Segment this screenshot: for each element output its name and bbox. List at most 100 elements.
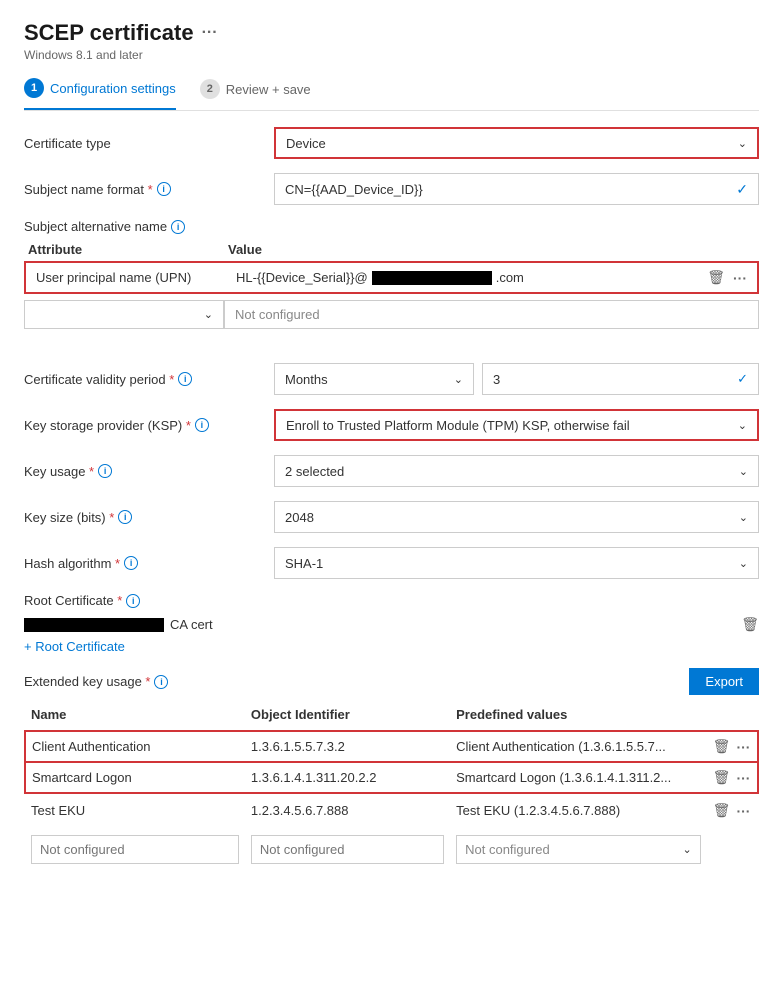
key-size-dropdown[interactable]: 2048 ⌄: [274, 501, 759, 533]
chevron-down-icon: ⌄: [204, 308, 213, 321]
eku-name-input[interactable]: [31, 835, 239, 864]
eku-row-smartcard: Smartcard Logon 1.3.6.1.4.1.311.20.2.2 S…: [25, 762, 758, 793]
redacted-value: [372, 271, 492, 285]
export-button[interactable]: Export: [689, 668, 759, 695]
san-empty-row: ⌄ Not configured: [24, 300, 759, 329]
key-usage-dropdown[interactable]: 2 selected ⌄: [274, 455, 759, 487]
eku-row-actions: 🗑 ···: [713, 738, 751, 755]
info-icon[interactable]: i: [157, 182, 171, 196]
eku-predef-dropdown[interactable]: Not configured ⌄: [456, 835, 701, 864]
chevron-down-icon: ⌄: [738, 137, 747, 150]
step-review[interactable]: 2 Review + save: [200, 79, 311, 109]
validity-number-field[interactable]: 3 ✓: [482, 363, 759, 395]
eku-empty-predef: Not configured ⌄: [450, 827, 707, 872]
attr-value-header: Attribute Value: [24, 242, 759, 257]
key-usage-info-icon[interactable]: i: [98, 464, 112, 478]
page-title: SCEP certificate: [24, 20, 194, 46]
eku-predef-header: Predefined values: [450, 703, 707, 731]
eku-name-client-auth: Client Authentication: [25, 731, 245, 762]
eku-actions-test: 🗑 ···: [707, 793, 758, 827]
check-icon: ✓: [736, 181, 748, 198]
eku-predef-smartcard: Smartcard Logon (1.3.6.1.4.1.311.2...: [450, 762, 707, 793]
ksp-dropdown[interactable]: Enroll to Trusted Platform Module (TPM) …: [274, 409, 759, 441]
delete-root-cert-icon[interactable]: 🗑: [741, 616, 759, 633]
eku-row-test: Test EKU 1.2.3.4.5.6.7.888 Test EKU (1.2…: [25, 793, 758, 827]
root-cert-redacted: [24, 618, 164, 632]
root-certificate-section: Root Certificate i CA cert 🗑 + Root Cert…: [24, 593, 759, 654]
add-root-certificate-button[interactable]: + Root Certificate: [24, 639, 759, 654]
more-eku-icon-2[interactable]: ···: [736, 770, 750, 786]
validity-info-icon[interactable]: i: [178, 372, 192, 386]
delete-eku-icon[interactable]: 🗑: [713, 738, 731, 755]
san-row-actions: 🗑 ···: [707, 269, 747, 286]
hash-algorithm-label: Hash algorithm i: [24, 556, 274, 571]
eku-row-actions-2: 🗑 ···: [713, 769, 751, 786]
root-certificate-label: Root Certificate i: [24, 593, 759, 608]
certificate-validity-control: Months ⌄ 3 ✓: [274, 363, 759, 395]
subject-alt-info-icon[interactable]: i: [171, 220, 185, 234]
attribute-column-header: Attribute: [28, 242, 228, 257]
extended-key-usage-section: Extended key usage i Export Name Object …: [24, 668, 759, 872]
subject-alt-name-section: Subject alternative name i Attribute Val…: [24, 219, 759, 329]
step-2-circle: 2: [200, 79, 220, 99]
eku-table-header: Name Object Identifier Predefined values: [25, 703, 758, 731]
chevron-down-icon: ⌄: [682, 843, 691, 856]
san-row-upn: User principal name (UPN) HL-{{Device_Se…: [24, 261, 759, 294]
hash-info-icon[interactable]: i: [124, 556, 138, 570]
steps-bar: 1 Configuration settings 2 Review + save: [24, 78, 759, 111]
eku-name-header: Name: [25, 703, 245, 731]
ksp-label: Key storage provider (KSP) i: [24, 418, 274, 433]
chevron-down-icon: ⌄: [454, 373, 463, 386]
eku-row-actions-3: 🗑 ···: [713, 802, 752, 819]
certificate-type-label: Certificate type: [24, 136, 274, 151]
eku-oid-input[interactable]: [251, 835, 444, 864]
root-cert-suffix: CA cert: [170, 617, 213, 632]
san-empty-value-input: Not configured: [224, 300, 759, 329]
eku-empty-row: Not configured ⌄: [25, 827, 758, 872]
check-icon: ✓: [737, 371, 748, 387]
validity-unit-dropdown[interactable]: Months ⌄: [274, 363, 474, 395]
ksp-row: Key storage provider (KSP) i Enroll to T…: [24, 409, 759, 441]
step-configuration[interactable]: 1 Configuration settings: [24, 78, 176, 110]
hash-algorithm-control: SHA-1 ⌄: [274, 547, 759, 579]
subject-name-format-label: Subject name format i: [24, 182, 274, 197]
eku-name-smartcard: Smartcard Logon: [25, 762, 245, 793]
eku-header-row: Extended key usage i Export: [24, 668, 759, 695]
step-1-circle: 1: [24, 78, 44, 98]
delete-san-icon[interactable]: 🗑: [707, 269, 725, 286]
subject-name-format-control: CN={{AAD_Device_ID}} ✓: [274, 173, 759, 205]
eku-predef-test: Test EKU (1.2.3.4.5.6.7.888): [450, 793, 707, 827]
certificate-type-dropdown[interactable]: Device ⌄: [274, 127, 759, 159]
eku-info-icon[interactable]: i: [154, 675, 168, 689]
root-cert-info-icon[interactable]: i: [126, 594, 140, 608]
ellipsis-menu[interactable]: ···: [202, 24, 218, 42]
eku-empty-oid: [245, 827, 450, 872]
key-size-label: Key size (bits) i: [24, 510, 274, 525]
eku-empty-actions: [707, 827, 758, 872]
san-empty-attribute-dropdown[interactable]: ⌄: [24, 300, 224, 329]
certificate-type-control: Device ⌄: [274, 127, 759, 159]
hash-algorithm-dropdown[interactable]: SHA-1 ⌄: [274, 547, 759, 579]
eku-table: Name Object Identifier Predefined values…: [24, 703, 759, 872]
eku-oid-smartcard: 1.3.6.1.4.1.311.20.2.2: [245, 762, 450, 793]
root-cert-name: CA cert: [24, 617, 741, 632]
more-san-icon[interactable]: ···: [733, 270, 747, 286]
key-size-info-icon[interactable]: i: [118, 510, 132, 524]
more-eku-icon-3[interactable]: ···: [736, 803, 750, 819]
key-usage-label: Key usage i: [24, 464, 274, 479]
ksp-info-icon[interactable]: i: [195, 418, 209, 432]
eku-label: Extended key usage i: [24, 674, 168, 689]
more-eku-icon[interactable]: ···: [736, 739, 750, 755]
step-1-label: Configuration settings: [50, 81, 176, 96]
delete-eku-icon-3[interactable]: 🗑: [713, 802, 731, 819]
eku-name-test: Test EKU: [25, 793, 245, 827]
eku-oid-header: Object Identifier: [245, 703, 450, 731]
key-usage-control: 2 selected ⌄: [274, 455, 759, 487]
ksp-control: Enroll to Trusted Platform Module (TPM) …: [274, 409, 759, 441]
eku-oid-test: 1.2.3.4.5.6.7.888: [245, 793, 450, 827]
key-usage-row: Key usage i 2 selected ⌄: [24, 455, 759, 487]
subject-name-format-dropdown[interactable]: CN={{AAD_Device_ID}} ✓: [274, 173, 759, 205]
subject-name-format-row: Subject name format i CN={{AAD_Device_ID…: [24, 173, 759, 205]
key-size-control: 2048 ⌄: [274, 501, 759, 533]
delete-eku-icon-2[interactable]: 🗑: [713, 769, 731, 786]
